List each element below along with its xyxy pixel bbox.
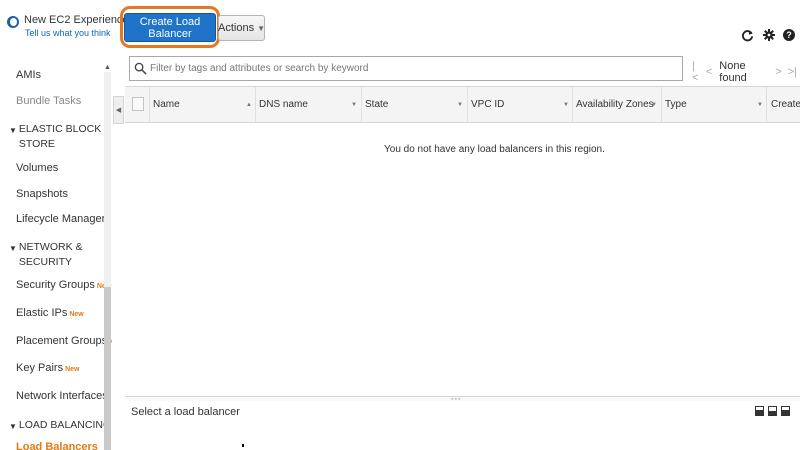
sidebar-nav: AMIs Bundle Tasks ▼ ELASTIC BLOCK STORE V… (0, 58, 112, 450)
col-type-label: Type (665, 99, 687, 110)
sidebar-item-volumes[interactable]: Volumes (16, 162, 58, 174)
table-header: Name ▲ DNS name ▼ State ▼ VPC ID ▼ Avail… (125, 86, 800, 123)
column-separator (766, 87, 767, 122)
column-separator (572, 87, 573, 122)
layout-full-icon[interactable] (781, 406, 790, 416)
column-header-name[interactable]: Name ▲ (153, 87, 253, 122)
column-separator (361, 87, 362, 122)
new-badge: New (65, 366, 80, 373)
gear-icon[interactable] (761, 27, 777, 43)
triangle-down-icon: ▼ (9, 126, 17, 135)
search-icon (134, 62, 148, 76)
security-groups-label: Security Groups (16, 279, 95, 291)
last-page-icon[interactable]: >| (788, 66, 797, 78)
pagination-label: None found (719, 60, 747, 84)
pagination: |< < None found > >| (689, 60, 800, 84)
sidebar-item-placement-groups[interactable]: Placement GroupsNew (16, 335, 112, 347)
scroll-up-arrow-icon[interactable]: ▲ (104, 64, 111, 71)
sidebar-item-security-groups[interactable]: Security GroupsNew (16, 279, 111, 291)
sort-icon: ▼ (351, 101, 357, 108)
new-badge: New (69, 311, 84, 318)
sort-icon: ▼ (457, 101, 463, 108)
sort-asc-icon: ▲ (246, 101, 252, 108)
col-created-label: Created (771, 99, 800, 110)
column-header-created[interactable]: Created (771, 87, 800, 122)
chevron-left-icon: ◀ (115, 107, 122, 114)
col-state-label: State (365, 99, 389, 110)
detail-pane-title: Select a load balancer (131, 406, 240, 418)
layout-bottom-icon[interactable] (755, 406, 764, 416)
feedback-link[interactable]: Tell us what you think (25, 27, 129, 39)
first-page-icon[interactable]: |< (692, 60, 700, 84)
sidebar-item-network-interfaces[interactable]: Network Interfaces (16, 390, 108, 402)
sidebar-section-network-security[interactable]: ▼ NETWORK & SECURITY (9, 240, 83, 270)
filter-search-box[interactable] (129, 56, 683, 81)
prev-page-icon[interactable]: < (706, 66, 712, 78)
refresh-icon[interactable] (739, 27, 755, 43)
net-header-line2: SECURITY (18, 256, 73, 268)
help-icon[interactable]: ? (783, 29, 795, 41)
column-separator (467, 87, 468, 122)
create-load-balancer-button[interactable]: Create Load Balancer (124, 13, 216, 42)
sidebar-item-load-balancers[interactable]: Load Balancers (16, 441, 98, 450)
column-separator (255, 87, 256, 122)
column-separator (661, 87, 662, 122)
empty-table-message: You do not have any load balancers in th… (384, 144, 605, 155)
column-header-state[interactable]: State ▼ (365, 87, 465, 122)
triangle-down-icon: ▼ (9, 422, 17, 431)
lb-header: LOAD BALANCING (18, 419, 112, 431)
column-header-dns-name[interactable]: DNS name ▼ (259, 87, 359, 122)
sidebar-section-ebs[interactable]: ▼ ELASTIC BLOCK STORE (9, 122, 101, 152)
sidebar-item-elastic-ips[interactable]: Elastic IPs New (16, 307, 84, 319)
drag-handle-icon[interactable]: ▪▪▪ (451, 396, 461, 403)
column-header-type[interactable]: Type ▼ (665, 87, 765, 122)
sidebar-item-lifecycle-manager[interactable]: Lifecycle Manager (16, 213, 105, 225)
search-input[interactable] (150, 63, 670, 74)
pane-splitter[interactable] (125, 396, 800, 401)
sort-icon: ▼ (757, 101, 763, 108)
layout-split-icon[interactable] (768, 406, 777, 416)
col-vpc-label: VPC ID (471, 99, 505, 110)
collapse-sidebar-button[interactable]: ◀ (113, 96, 124, 124)
sidebar-item-amis[interactable]: AMIs (16, 69, 41, 81)
col-az-label: Availability Zones (576, 99, 654, 110)
new-experience-toggle[interactable]: New EC2 Experience Tell us what you thin… (7, 14, 129, 39)
column-header-availability-zones[interactable]: Availability Zones ▼ (576, 87, 666, 122)
sidebar-scrollbar-thumb[interactable] (104, 287, 111, 450)
col-name-label: Name (153, 99, 180, 110)
sidebar-item-key-pairs[interactable]: Key Pairs New (16, 362, 79, 374)
mouse-cursor (242, 444, 244, 447)
sidebar-section-load-balancing[interactable]: ▼ LOAD BALANCING (9, 418, 111, 434)
column-header-vpc-id[interactable]: VPC ID ▼ (471, 87, 571, 122)
sidebar-item-bundle-tasks[interactable]: Bundle Tasks (16, 95, 81, 107)
triangle-down-icon: ▼ (9, 244, 17, 253)
actions-label: Actions (218, 22, 255, 34)
toggle-icon[interactable] (7, 16, 19, 28)
ebs-header-line2: STORE (18, 138, 55, 150)
pane-layout-toggles (751, 406, 790, 416)
sort-icon: ▼ (651, 101, 657, 108)
brand-text: New EC2 Experience Tell us what you thin… (24, 14, 129, 39)
column-separator (149, 87, 150, 122)
ebs-header-line1: ELASTIC BLOCK (18, 123, 102, 135)
placement-groups-label: Placement Groups (16, 335, 108, 347)
elastic-ips-label: Elastic IPs (16, 307, 68, 319)
sort-icon: ▼ (563, 101, 569, 108)
chevron-down-icon: ▼ (257, 23, 265, 33)
key-pairs-label: Key Pairs (16, 362, 64, 374)
select-all-checkbox[interactable] (132, 97, 144, 111)
col-dns-label: DNS name (259, 99, 308, 110)
brand-title: New EC2 Experience (24, 14, 129, 26)
top-right-icons: ? (733, 27, 795, 43)
sidebar-item-snapshots[interactable]: Snapshots (16, 188, 68, 200)
actions-dropdown[interactable]: Actions ▼ (218, 15, 265, 41)
next-page-icon[interactable]: > (775, 66, 781, 78)
net-header-line1: NETWORK & (18, 241, 83, 253)
